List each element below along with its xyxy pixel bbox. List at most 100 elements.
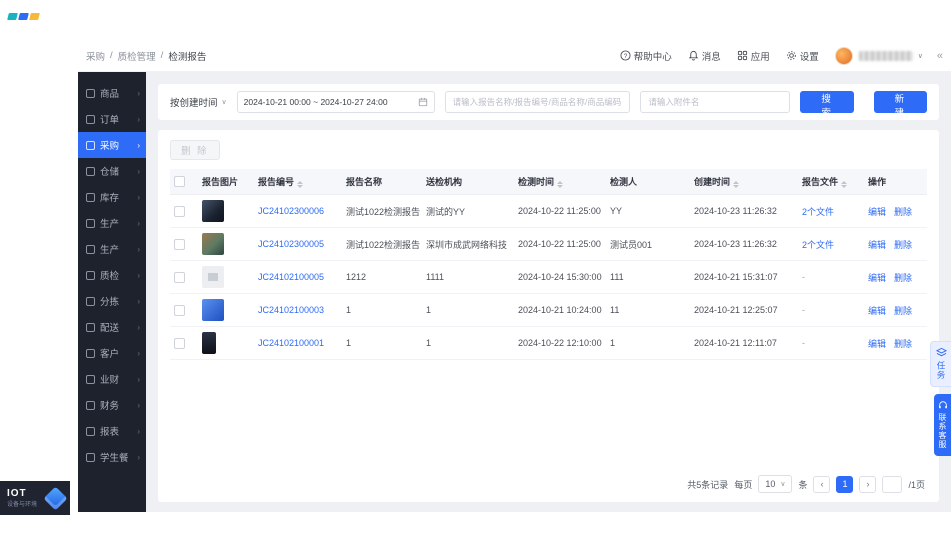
chevron-down-icon: ∨: [780, 481, 786, 488]
inspect-org-cell: 深圳市成武网络科技: [422, 227, 514, 261]
sidebar-item-delivery[interactable]: 配送 ›: [78, 314, 146, 340]
chevron-right-icon: ›: [137, 322, 140, 332]
row-checkbox[interactable]: [174, 238, 185, 250]
screen: 采购 / 质检管理 / 检测报告 ? 帮助中心 消息 应用 设置 ∨ « 商品 …: [0, 0, 951, 552]
tester-cell: 1: [606, 326, 690, 360]
collapse-icon[interactable]: «: [937, 50, 943, 62]
sidebar-item-reports[interactable]: 报表 ›: [78, 418, 146, 444]
delete-link[interactable]: 删除: [894, 240, 912, 250]
col-test-time[interactable]: 检测时间: [514, 169, 606, 195]
user-menu-caret-icon[interactable]: ∨: [918, 52, 923, 60]
delete-link[interactable]: 删除: [894, 339, 912, 349]
report-thumbnail[interactable]: [202, 200, 224, 222]
table-row: JC24102300005 测试1022检测报告 深圳市成武网络科技 2024-…: [170, 227, 927, 261]
edit-link[interactable]: 编辑: [868, 240, 886, 250]
col-report-files[interactable]: 报告文件: [798, 169, 864, 195]
time-field-label: 按创建时间: [170, 98, 218, 109]
sort-icon[interactable]: [297, 181, 304, 188]
col-created-time[interactable]: 创建时间: [690, 169, 798, 195]
sort-icon[interactable]: [733, 181, 740, 188]
inspect-org-cell: 测试的YY: [422, 194, 514, 228]
col-report-code[interactable]: 报告编号: [254, 169, 342, 195]
report-files-link[interactable]: 2个文件: [802, 207, 834, 217]
edit-link[interactable]: 编辑: [868, 207, 886, 217]
delete-button[interactable]: 删 除: [170, 140, 220, 160]
sidebar-item-sorting[interactable]: 分拣 ›: [78, 288, 146, 314]
edit-link[interactable]: 编辑: [868, 306, 886, 316]
calendar-icon: [418, 97, 427, 107]
row-checkbox[interactable]: [174, 337, 185, 349]
sidebar-item-inventory[interactable]: 库存 ›: [78, 184, 146, 210]
chevron-right-icon: ›: [137, 140, 140, 150]
sidebar-item-warehouse[interactable]: 仓储 ›: [78, 158, 146, 184]
date-range-input[interactable]: [236, 91, 435, 113]
brand-logo: [7, 13, 40, 20]
next-page-button[interactable]: ›: [859, 475, 877, 493]
report-table: 报告图片 报告编号 报告名称 送检机构 检测时间 检测人 创建时间 报告文件 操…: [170, 169, 927, 360]
menu-icon: [86, 114, 95, 124]
sidebar-item-biz-finance[interactable]: 业财 ›: [78, 366, 146, 392]
keyword-search-input[interactable]: [444, 91, 631, 113]
sidebar-item-procurement[interactable]: 采购 ›: [78, 132, 146, 158]
sidebar-item-customers[interactable]: 客户 ›: [78, 340, 146, 366]
prev-page-button[interactable]: ‹: [813, 475, 831, 493]
report-code-link[interactable]: JC24102300006: [258, 206, 324, 216]
edit-link[interactable]: 编辑: [868, 339, 886, 349]
report-code-link[interactable]: JC24102100005: [258, 272, 324, 282]
apps-link[interactable]: 应用: [737, 49, 770, 63]
report-thumbnail[interactable]: [202, 299, 224, 321]
report-files-link[interactable]: 2个文件: [802, 240, 834, 250]
delete-link[interactable]: 删除: [894, 306, 912, 316]
report-code-link[interactable]: JC24102100003: [258, 305, 324, 315]
row-checkbox[interactable]: [174, 304, 185, 316]
sidebar-item-quality[interactable]: 质检 ›: [78, 262, 146, 288]
sidebar-item-production-1[interactable]: 生产 ›: [78, 210, 146, 236]
current-page-button[interactable]: 1: [836, 475, 854, 493]
settings-link[interactable]: 设置: [786, 49, 819, 63]
sidebar-item-goods[interactable]: 商品 ›: [78, 80, 146, 106]
sidebar-item-production-2[interactable]: 生产 ›: [78, 236, 146, 262]
avatar[interactable]: [834, 46, 853, 65]
time-field-select[interactable]: 按创建时间 ∨: [170, 95, 227, 109]
sidebar-item-student-meal[interactable]: 学生餐 ›: [78, 444, 146, 470]
attachment-search-input[interactable]: [640, 91, 791, 113]
chevron-right-icon: ›: [137, 244, 140, 254]
row-checkbox[interactable]: [174, 271, 185, 283]
report-thumbnail[interactable]: [202, 233, 224, 255]
create-button[interactable]: 新 建: [873, 91, 927, 119]
messages-link[interactable]: 消息: [688, 49, 721, 63]
edit-link[interactable]: 编辑: [868, 273, 886, 283]
page-jump-input[interactable]: [882, 475, 903, 493]
tasks-widget[interactable]: 任务: [930, 341, 951, 387]
col-report-name: 报告名称: [342, 169, 422, 195]
page-size-select[interactable]: 10 ∨: [758, 475, 793, 493]
sort-icon[interactable]: [841, 181, 848, 188]
chevron-right-icon: ›: [137, 296, 140, 306]
report-thumbnail[interactable]: [202, 332, 216, 354]
sidebar-item-orders[interactable]: 订单 ›: [78, 106, 146, 132]
help-center-link[interactable]: ? 帮助中心: [620, 49, 672, 63]
report-code-link[interactable]: JC24102100001: [258, 338, 324, 348]
inspect-org-cell: 1111: [422, 260, 514, 294]
pagination: 共5条记录 每页 10 ∨ 条 ‹ 1 › /1页: [687, 475, 925, 493]
user-name-redacted[interactable]: [858, 50, 913, 61]
help-center-label: 帮助中心: [633, 51, 672, 63]
breadcrumb-item[interactable]: 采购: [86, 49, 105, 63]
date-range-value[interactable]: [243, 97, 412, 107]
sort-icon[interactable]: [557, 181, 564, 188]
report-thumbnail[interactable]: [202, 266, 224, 288]
sidebar-item-finance[interactable]: 财务 ›: [78, 392, 146, 418]
menu-icon: [86, 166, 95, 176]
delete-link[interactable]: 删除: [894, 273, 912, 283]
breadcrumb-item[interactable]: 质检管理: [118, 49, 156, 63]
tasks-label: 任务: [936, 361, 946, 380]
report-code-link[interactable]: JC24102300005: [258, 239, 324, 249]
question-circle-icon: ?: [620, 50, 631, 61]
select-all-checkbox[interactable]: [174, 176, 185, 188]
chevron-right-icon: ›: [137, 88, 140, 98]
delete-link[interactable]: 删除: [894, 207, 912, 217]
search-button[interactable]: 搜 索: [800, 91, 854, 119]
row-checkbox[interactable]: [174, 205, 185, 217]
test-time-cell: 2024-10-22 12:10:00: [514, 326, 606, 360]
contact-support-widget[interactable]: 联系客服: [934, 394, 951, 456]
